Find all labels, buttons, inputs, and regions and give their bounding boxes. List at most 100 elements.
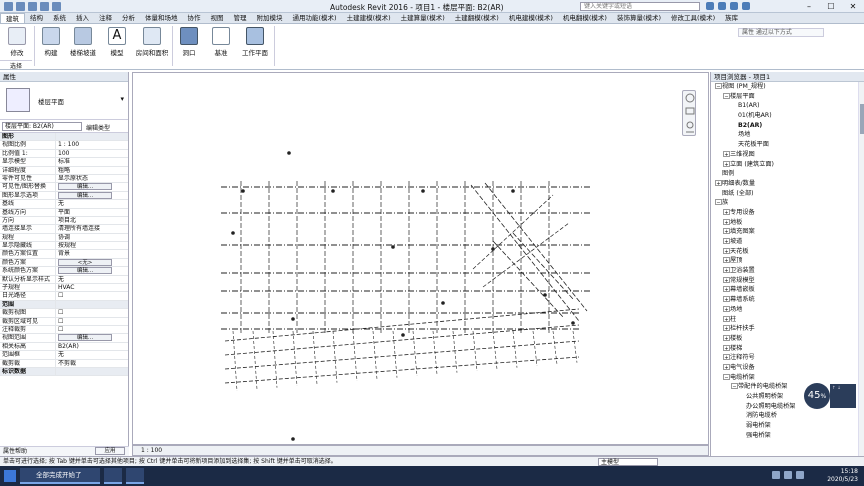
tab-7[interactable]: 协作: [183, 13, 206, 23]
tree-item[interactable]: 01(机电AR): [711, 111, 864, 121]
nav-wheel-icon[interactable]: [683, 91, 697, 137]
property-value[interactable]: 编辑...: [56, 334, 128, 342]
property-value[interactable]: 协调: [56, 234, 128, 241]
apply-button[interactable]: 应用: [95, 447, 125, 455]
expand-icon[interactable]: +: [723, 344, 730, 352]
tree-item[interactable]: 图纸 (全部): [711, 189, 864, 199]
tab-6[interactable]: 体量和场地: [140, 13, 183, 23]
tab-17[interactable]: 装饰算量(模术): [612, 13, 666, 23]
property-value[interactable]: HVAC: [56, 284, 128, 291]
tab-18[interactable]: 修改工具(模术): [666, 13, 720, 23]
tab-16[interactable]: 机电翻模(模术): [558, 13, 612, 23]
tree-item[interactable]: 弱电桥架: [711, 421, 864, 431]
room-area-button[interactable]: 房间和面积: [134, 27, 170, 57]
tab-4[interactable]: 注释: [94, 13, 117, 23]
tab-13[interactable]: 土建算量(模术): [396, 13, 450, 23]
ime-icon[interactable]: [796, 471, 804, 479]
expand-icon[interactable]: +: [723, 354, 730, 361]
tree-item[interactable]: +场地: [711, 305, 864, 315]
tab-15[interactable]: 机电建模(模术): [504, 13, 558, 23]
close-icon[interactable]: ✕: [842, 0, 864, 13]
tree-item[interactable]: +地板: [711, 218, 864, 228]
tree-item[interactable]: −楼层平面: [711, 92, 864, 102]
open-icon[interactable]: [4, 2, 13, 11]
tree-item[interactable]: +填充图案: [711, 227, 864, 237]
tree-item[interactable]: +幕墙嵌板: [711, 285, 864, 295]
property-value[interactable]: 编辑...: [56, 183, 128, 191]
property-value[interactable]: 按规程: [56, 242, 128, 249]
property-value[interactable]: 无: [56, 200, 128, 207]
revit-icon[interactable]: [126, 468, 144, 484]
tree-item[interactable]: B1(AR): [711, 101, 864, 111]
property-value[interactable]: 显示原状态: [56, 175, 128, 182]
clock[interactable]: 15:18 2020/5/23: [827, 468, 858, 484]
tree-item[interactable]: 消防电缆桥: [711, 411, 864, 421]
tab-9[interactable]: 管理: [229, 13, 252, 23]
tree-item[interactable]: 天花板平面: [711, 140, 864, 150]
network-icon[interactable]: [772, 471, 780, 479]
property-value[interactable]: 100: [56, 150, 128, 157]
property-value[interactable]: 清理所有墙连接: [56, 225, 128, 232]
tree-item[interactable]: +注释符号: [711, 353, 864, 363]
tree-item[interactable]: −视图 (PM_规程): [711, 82, 864, 92]
select-dropdown[interactable]: 选择: [0, 60, 32, 70]
scroll-thumb[interactable]: [860, 104, 864, 134]
expand-icon[interactable]: +: [723, 315, 730, 323]
expand-icon[interactable]: +: [723, 363, 730, 371]
type-selector[interactable]: 楼层平面 ▾: [0, 82, 128, 120]
redo-icon[interactable]: [40, 2, 49, 11]
taskbar-item[interactable]: 全部完成开始了: [20, 468, 100, 484]
build-button[interactable]: 构建: [36, 27, 66, 57]
volume-icon[interactable]: [784, 471, 792, 479]
tree-item[interactable]: +栏杆扶手: [711, 324, 864, 334]
tree-item[interactable]: +常规模型: [711, 276, 864, 286]
property-edit-button[interactable]: 编辑...: [58, 191, 112, 199]
tree-item[interactable]: 强电桥架: [711, 431, 864, 441]
expand-icon[interactable]: +: [723, 228, 730, 235]
property-value[interactable]: 无: [56, 276, 128, 283]
property-value[interactable]: 背景: [56, 250, 128, 257]
tab-12[interactable]: 土建建模(模术): [342, 13, 396, 23]
property-category[interactable]: 图形: [0, 133, 128, 142]
property-value[interactable]: 平面: [56, 209, 128, 216]
property-value[interactable]: 标准: [56, 158, 128, 165]
performance-gauge[interactable]: 45%: [804, 383, 830, 409]
tree-item[interactable]: −电缆桥架: [711, 373, 864, 383]
tab-8[interactable]: 视图: [206, 13, 229, 23]
tree-item[interactable]: +柱: [711, 315, 864, 325]
expand-icon[interactable]: +: [723, 150, 730, 158]
collapse-icon[interactable]: −: [731, 383, 738, 390]
tab-5[interactable]: 分析: [117, 13, 140, 23]
property-category[interactable]: 范围: [0, 300, 128, 310]
tree-item[interactable]: +立面 (建筑立面): [711, 160, 864, 170]
property-value[interactable]: ☐: [56, 326, 128, 333]
property-edit-button[interactable]: 编辑...: [58, 183, 112, 191]
tree-item[interactable]: +三维视图: [711, 150, 864, 160]
instance-filter-select[interactable]: 楼层平面: B2(AR): [2, 122, 82, 131]
expand-icon[interactable]: +: [723, 247, 730, 255]
property-edit-button[interactable]: <无>: [58, 258, 112, 266]
expand-icon[interactable]: +: [723, 257, 730, 264]
tab-14[interactable]: 土建翻模(模术): [450, 13, 504, 23]
maximize-icon[interactable]: ☐: [820, 0, 842, 13]
floor-plan-drawing[interactable]: [133, 73, 710, 446]
tab-10[interactable]: 附加模块: [252, 13, 288, 23]
property-value[interactable]: ☐: [56, 318, 128, 325]
tab-2[interactable]: 系统: [48, 13, 71, 23]
user-icon[interactable]: [718, 2, 726, 10]
collapse-icon[interactable]: −: [715, 83, 722, 90]
expand-icon[interactable]: +: [723, 276, 730, 284]
property-edit-button[interactable]: 编辑...: [58, 267, 112, 275]
chevron-down-icon[interactable]: ▾: [120, 95, 124, 103]
tree-item[interactable]: +楼板: [711, 334, 864, 344]
property-value[interactable]: 1 : 100: [56, 141, 128, 148]
expand-icon[interactable]: +: [723, 296, 730, 303]
collapse-icon[interactable]: −: [723, 92, 730, 100]
tab-3[interactable]: 插入: [71, 13, 94, 23]
property-value[interactable]: 编辑...: [56, 267, 128, 275]
expand-icon[interactable]: +: [723, 334, 730, 342]
property-value[interactable]: 项目北: [56, 217, 128, 224]
tree-item[interactable]: +电气设备: [711, 363, 864, 373]
properties-help-link[interactable]: 属性帮助 应用: [0, 446, 129, 456]
start-icon[interactable]: [4, 470, 16, 482]
